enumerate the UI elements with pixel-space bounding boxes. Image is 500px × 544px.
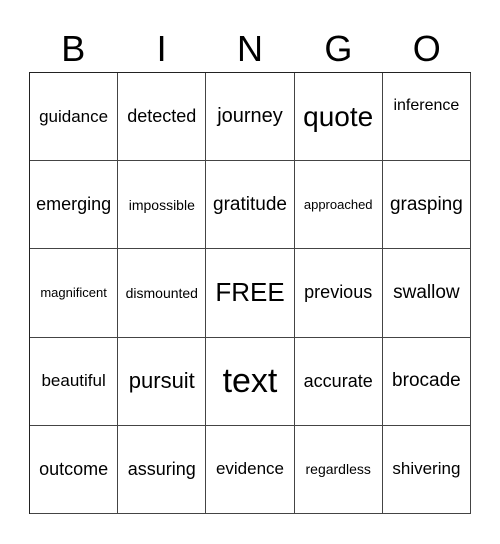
header-letter-g: G (324, 28, 353, 69)
bingo-cell[interactable]: accurate (294, 337, 383, 426)
bingo-cell[interactable]: emerging (30, 161, 119, 250)
bingo-cell[interactable]: gratitude (206, 161, 295, 250)
free-space-cell[interactable]: FREE (206, 249, 295, 338)
bingo-cell[interactable]: text (206, 337, 295, 426)
bingo-cell[interactable]: quote (294, 73, 383, 162)
bingo-board: guidance detected journey quote inferenc… (29, 72, 471, 514)
bingo-cell[interactable]: inference (382, 73, 471, 162)
bingo-cell[interactable]: swallow (382, 249, 471, 338)
bingo-cell[interactable]: guidance (30, 73, 119, 162)
bingo-cell[interactable]: pursuit (118, 337, 207, 426)
bingo-cell[interactable]: approached (294, 161, 383, 250)
bingo-cell[interactable]: beautiful (30, 337, 119, 426)
header-letter-i: I (156, 28, 167, 69)
bingo-cell[interactable]: regardless (294, 425, 383, 514)
bingo-cell[interactable]: journey (206, 73, 295, 162)
bingo-cell[interactable]: assuring (118, 425, 207, 514)
bingo-cell[interactable]: shivering (382, 425, 471, 514)
bingo-cell[interactable]: outcome (30, 425, 119, 514)
bingo-cell[interactable]: brocade (382, 337, 471, 426)
header-letter-n: N (236, 28, 263, 69)
header-letter-b: B (61, 28, 86, 69)
bingo-cell[interactable]: impossible (118, 161, 207, 250)
bingo-cell[interactable]: dismounted (118, 249, 207, 338)
bingo-cell[interactable]: detected (118, 73, 207, 162)
bingo-header: B I N G O (29, 26, 471, 72)
bingo-cell[interactable]: magnificent (30, 249, 119, 338)
bingo-cell[interactable]: evidence (206, 425, 295, 514)
header-letter-o: O (412, 28, 441, 69)
bingo-cell[interactable]: grasping (382, 161, 471, 250)
bingo-cell[interactable]: previous (294, 249, 383, 338)
